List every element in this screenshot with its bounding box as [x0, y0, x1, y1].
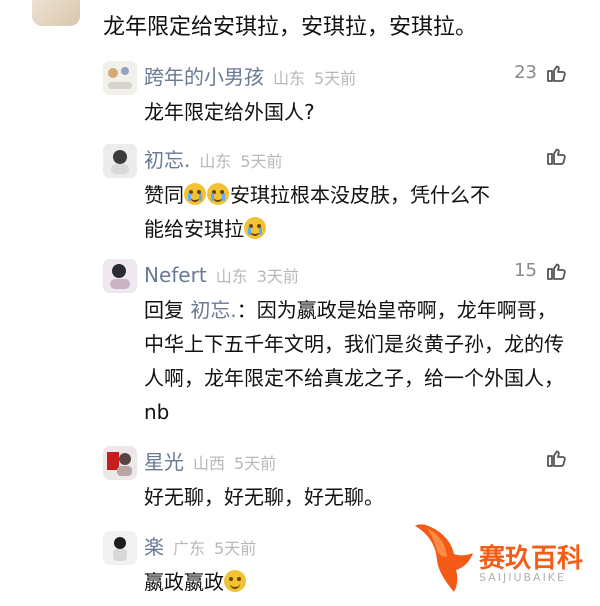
timestamp: 5天前	[214, 539, 257, 558]
reply-content: 回复 初忘.：因为嬴政是始皇帝啊，龙年啊哥，中华上下五千年文明，我们是炎黄子孙，…	[144, 293, 574, 429]
avatar[interactable]	[103, 144, 137, 178]
like-button[interactable]: 23	[514, 61, 568, 85]
reply-item-4: 星光 山西 5天前 好无聊，好无聊，好无聊。	[103, 446, 578, 516]
content-text: 安琪拉根本没皮肤，凭什么不	[230, 183, 490, 207]
reply-item-2: 初忘. 山东 5天前 赞同 安琪拉根本没皮肤，凭什么不 能给安琪拉	[103, 144, 578, 246]
location: 山东	[199, 152, 232, 171]
username[interactable]: 跨年的小男孩	[144, 65, 264, 89]
timestamp: 5天前	[234, 454, 277, 473]
reply-item-3: Nefert 山东 3天前 15 回复 初忘.：因为嬴政是始皇帝啊，龙年啊哥，中…	[103, 259, 578, 429]
avatar[interactable]	[103, 446, 137, 480]
reply-label: 回复	[144, 298, 184, 322]
crying-face-icon	[207, 183, 229, 205]
content-text: 嬴政嬴政	[144, 570, 224, 594]
reply-meta: Nefert 山东 3天前	[144, 263, 299, 287]
watermark-subtitle: SAIJIUBAIKE	[479, 571, 566, 584]
avatar-illustration	[103, 446, 137, 480]
like-count: 15	[514, 260, 537, 281]
top-comment-text: 龙年限定给安琪拉，安琪拉，安琪拉。	[103, 15, 478, 40]
location: 山东	[273, 69, 306, 88]
crying-face-icon	[244, 217, 266, 239]
reply-target[interactable]: 初忘.	[190, 298, 236, 322]
username[interactable]: 初忘.	[144, 148, 190, 172]
timestamp: 5天前	[240, 152, 283, 171]
like-count: 23	[514, 62, 537, 83]
reply-content: 好无聊，好无聊，好无聊。	[144, 485, 384, 509]
avatar[interactable]	[103, 531, 137, 565]
location: 广东	[173, 539, 206, 558]
thumbs-up-icon	[547, 450, 566, 467]
reply-content: 赞同 安琪拉根本没皮肤，凭什么不 能给安琪拉	[144, 178, 574, 246]
avatar-illustration	[103, 61, 137, 95]
reply-content: 龙年限定给外国人?	[144, 100, 315, 124]
content-text: 能给安琪拉	[144, 217, 244, 241]
reply-meta: 星光 山西 5天前	[144, 450, 276, 474]
crying-face-icon	[184, 183, 206, 205]
reply-item-1: 跨年的小男孩 山东 5天前 23 龙年限定给外国人?	[103, 61, 578, 131]
avatar[interactable]	[103, 61, 137, 95]
like-button[interactable]	[544, 144, 568, 168]
thumbs-up-icon	[547, 148, 566, 165]
avatar-illustration	[103, 144, 137, 178]
username[interactable]: 星光	[144, 450, 184, 474]
username[interactable]: 楽	[144, 535, 164, 559]
thumbs-up-icon	[547, 263, 566, 280]
location: 山西	[193, 454, 226, 473]
fish-logo-icon	[415, 524, 473, 592]
username[interactable]: Nefert	[144, 263, 207, 287]
like-button[interactable]	[544, 446, 568, 470]
timestamp: 5天前	[314, 69, 357, 88]
watermark-logo: 赛玖百科 SAIJIUBAIKE	[409, 520, 595, 600]
watermark-title: 赛玖百科	[479, 544, 584, 574]
reply-meta: 初忘. 山东 5天前	[144, 148, 283, 172]
reply-meta: 楽 广东 5天前	[144, 535, 256, 559]
content-prefix: 赞同	[144, 183, 184, 207]
avatar[interactable]	[103, 259, 137, 293]
avatar-illustration	[103, 259, 137, 293]
reply-meta: 跨年的小男孩 山东 5天前	[144, 65, 356, 89]
location: 山东	[215, 267, 248, 286]
avatar-illustration	[103, 531, 137, 565]
top-comment-avatar[interactable]	[32, 0, 80, 26]
timestamp: 3天前	[256, 267, 299, 286]
grinning-face-icon	[224, 570, 246, 592]
thumbs-up-icon	[547, 65, 566, 82]
like-button[interactable]: 15	[514, 259, 568, 283]
